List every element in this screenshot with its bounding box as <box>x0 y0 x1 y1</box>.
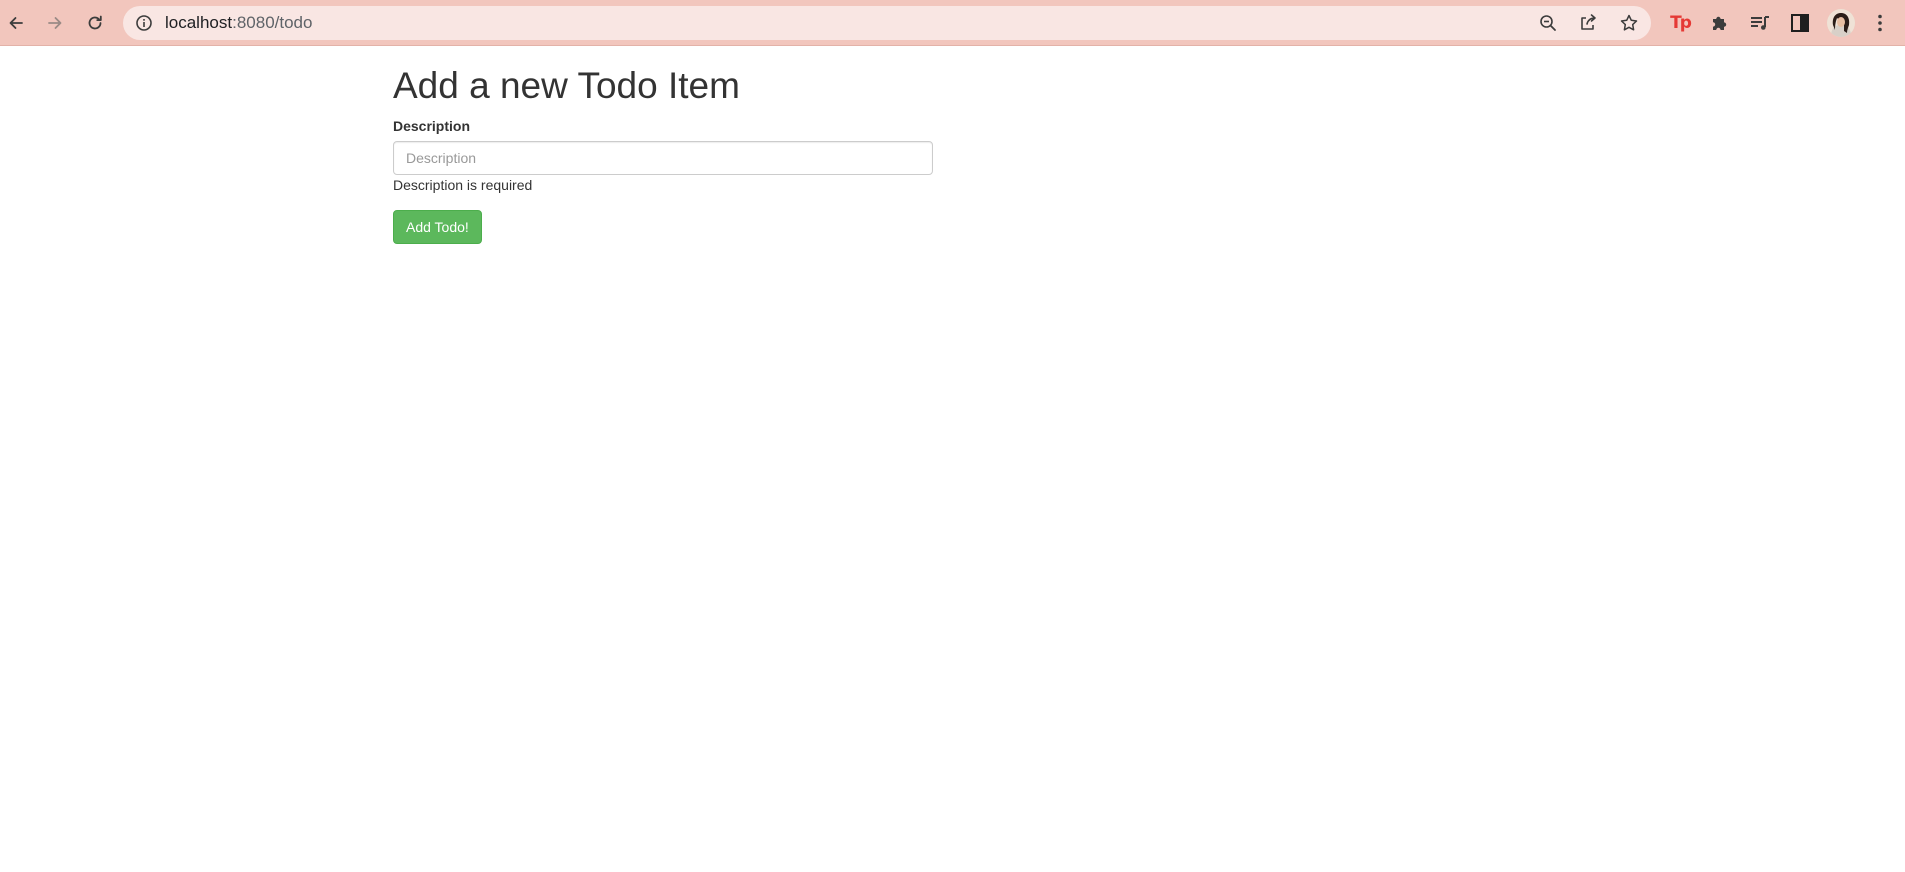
url-host: localhost <box>165 13 233 32</box>
reload-icon <box>88 15 102 30</box>
browser-toolbar: localhost:8080/todo Tp <box>0 0 1905 46</box>
page-title: Add a new Todo Item <box>393 65 740 106</box>
page-content: Add a new Todo Item Description Descript… <box>0 46 1905 872</box>
description-input[interactable] <box>393 141 933 175</box>
profile-photo-icon <box>1827 9 1855 37</box>
url-text[interactable]: localhost:8080/todo <box>165 14 312 32</box>
add-todo-button[interactable]: Add Todo! <box>393 210 482 244</box>
tp-extension-icon[interactable]: Tp <box>1668 11 1692 35</box>
media-queue-icon[interactable] <box>1748 11 1772 35</box>
back-button[interactable] <box>2 9 30 37</box>
side-panel-icon[interactable] <box>1788 11 1812 35</box>
url-path: :8080/todo <box>232 13 313 32</box>
share-icon[interactable] <box>1578 13 1598 33</box>
avatar[interactable] <box>1827 9 1855 37</box>
address-bar[interactable]: localhost:8080/todo <box>123 6 1651 40</box>
arrow-left-icon <box>9 17 23 29</box>
kebab-menu-icon[interactable] <box>1868 11 1892 35</box>
reload-button[interactable] <box>81 9 109 37</box>
star-icon[interactable] <box>1619 13 1639 33</box>
forward-button[interactable] <box>41 9 69 37</box>
description-error-message: Description is required <box>393 177 533 193</box>
arrow-right-icon <box>48 17 62 29</box>
zoom-out-icon[interactable] <box>1538 13 1558 33</box>
description-label: Description <box>393 118 471 134</box>
puzzle-icon[interactable] <box>1708 11 1732 35</box>
info-circle-icon[interactable] <box>135 14 153 32</box>
